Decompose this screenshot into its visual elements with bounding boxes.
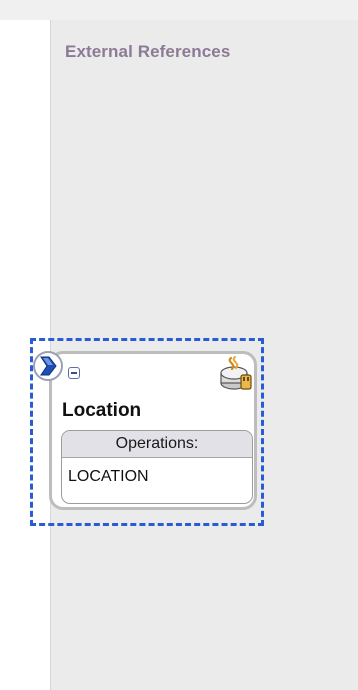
operations-box: Operations: LOCATION [61, 430, 253, 504]
component-name: Location [62, 400, 142, 421]
top-strip [0, 0, 358, 20]
panel-title: External References [65, 42, 231, 61]
operations-header: Operations: [62, 431, 252, 458]
collapse-minus-icon[interactable] [68, 367, 80, 379]
operation-item[interactable]: LOCATION [62, 463, 252, 491]
service-arrow-icon[interactable] [33, 351, 63, 381]
db-adapter-icon [217, 355, 255, 393]
